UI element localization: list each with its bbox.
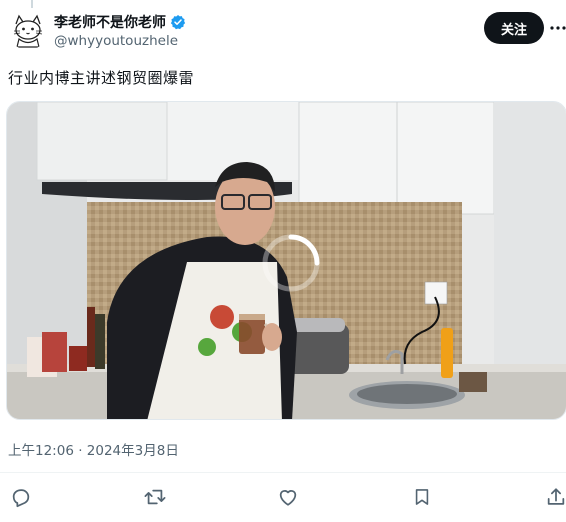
video-player[interactable] — [6, 101, 566, 420]
bookmark-icon[interactable] — [409, 484, 435, 510]
like-icon[interactable] — [275, 484, 301, 510]
action-bar — [0, 484, 566, 514]
more-options-icon[interactable] — [548, 18, 566, 38]
loading-spinner-icon — [260, 232, 322, 294]
post-timestamp[interactable]: 上午12:06 · 2024年3月8日 — [8, 439, 179, 459]
post-header: 李老师不是你老师 @whyyoutouzhele 关注 — [8, 10, 566, 50]
share-icon[interactable] — [543, 484, 566, 510]
action-bar-divider — [0, 472, 566, 473]
retweet-icon[interactable] — [142, 484, 168, 510]
name-row: 李老师不是你老师 — [54, 12, 186, 32]
post-text: 行业内博主讲述钢贸圈爆雷 — [8, 69, 195, 87]
cat-doodle-avatar-icon — [8, 10, 48, 50]
reply-icon[interactable] — [8, 484, 34, 510]
avatar[interactable] — [8, 10, 48, 50]
thread-connector-line — [31, 0, 33, 8]
follow-button[interactable]: 关注 — [484, 12, 544, 44]
user-handle[interactable]: @whyyoutouzhele — [54, 33, 178, 49]
verified-badge-icon — [170, 14, 186, 30]
display-name[interactable]: 李老师不是你老师 — [54, 12, 166, 32]
